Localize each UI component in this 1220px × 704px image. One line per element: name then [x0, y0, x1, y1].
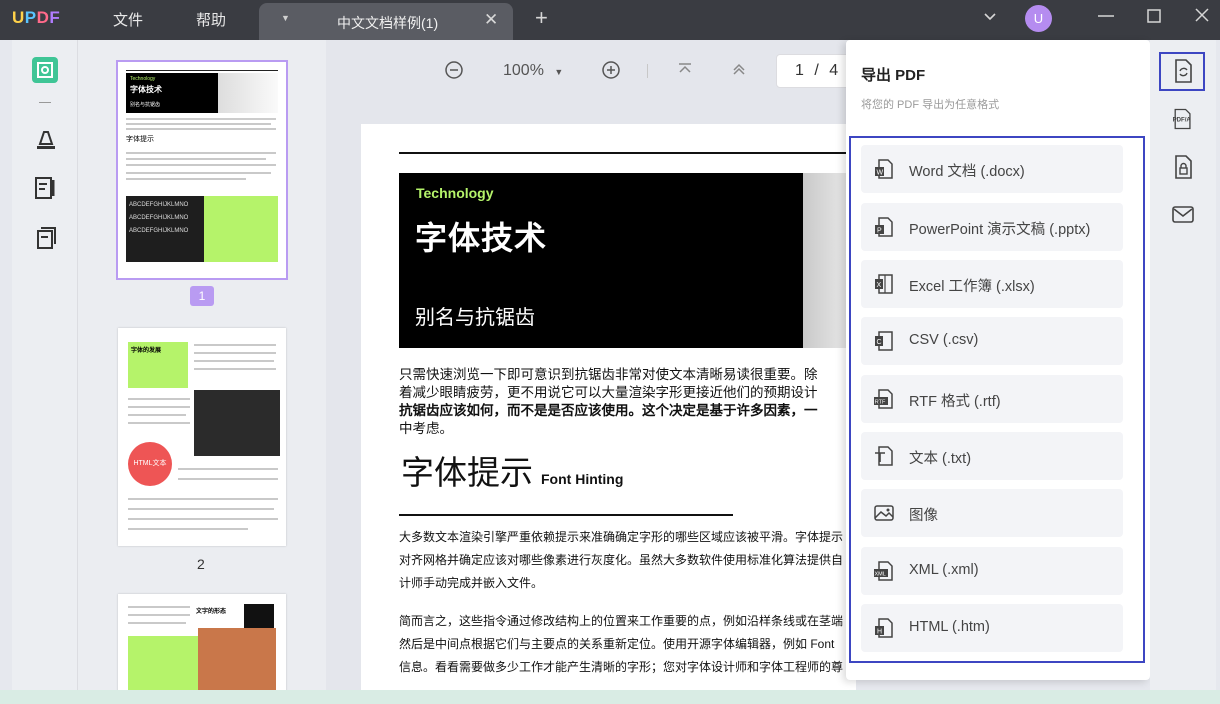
paragraph-1: 只需快速浏览一下即可意识到抗锯齿非常对使文本清晰易读很重要。除 着减少眼睛疲劳，… — [399, 367, 818, 436]
mail-icon[interactable] — [1170, 202, 1196, 228]
tab-dropdown-icon[interactable]: ▼ — [281, 13, 290, 23]
export-rtf-button[interactable]: RTF RTF 格式 (.rtf) — [861, 375, 1123, 423]
divider — [39, 102, 51, 103]
page-badge-selected: 1 — [190, 286, 214, 306]
zoom-in-icon[interactable] — [601, 60, 621, 85]
page-number-2: 2 — [197, 556, 205, 572]
document-tab[interactable]: ▼ 中文文档样例(1) ✕ — [259, 3, 513, 40]
keyboard-image: ABCDEFGHIJKLMNO ABCDEFGHIJKLMNO ABCDEFGHIJ… — [126, 196, 204, 262]
image-icon — [873, 502, 895, 524]
divider — [647, 64, 648, 78]
word-icon: W — [873, 158, 895, 180]
export-xml-button[interactable]: XML XML (.xml) — [861, 547, 1123, 595]
export-convert-icon[interactable] — [1170, 58, 1196, 84]
rtf-icon: RTF — [873, 388, 895, 410]
svg-text:XML: XML — [875, 572, 886, 578]
hero-title: 字体技术 — [415, 220, 548, 256]
tab-close-icon[interactable]: ✕ — [484, 10, 498, 30]
pdf-page: Technology 字体技术 别名与抗锯齿 只需快速浏览一下即可意识到抗锯齿非… — [361, 124, 856, 704]
xml-icon: XML — [873, 560, 895, 582]
excel-icon: X — [873, 273, 895, 295]
svg-text:P: P — [877, 228, 882, 235]
text-icon — [873, 445, 895, 467]
thumbnail-page-1[interactable]: Technology 字体技术 别名与抗锯齿 字体提示 ABCDEFGHIJKL… — [116, 60, 288, 280]
highlighter-icon[interactable] — [31, 124, 59, 152]
divider — [399, 152, 856, 154]
zoom-out-icon[interactable] — [444, 60, 464, 85]
first-page-icon[interactable] — [676, 60, 694, 83]
svg-text:PDF/A: PDF/A — [1173, 118, 1192, 124]
page-navigator[interactable]: 1 / 4 — [776, 54, 856, 88]
powerpoint-icon: P — [873, 216, 895, 238]
zoom-dropdown-icon[interactable]: ▼ — [554, 67, 563, 77]
divider — [399, 514, 733, 516]
thumbnail-panel: Technology 字体技术 别名与抗锯齿 字体提示 ABCDEFGHIJKL… — [78, 40, 326, 704]
hero-banner: Technology 字体技术 别名与抗锯齿 — [399, 173, 803, 348]
export-html-button[interactable]: H HTML (.htm) — [861, 604, 1123, 652]
thumbnail-page-2[interactable]: 字体的发展 HTML文本 — [118, 328, 286, 546]
title-bar: UPDF 文件 帮助 ▼ 中文文档样例(1) ✕ + U — [0, 0, 1220, 40]
export-word-button[interactable]: W Word 文档 (.docx) — [861, 145, 1123, 193]
section-heading: 字体提示 Font Hinting — [401, 454, 624, 491]
tab-title: 中文文档样例(1) — [337, 15, 439, 31]
export-excel-button[interactable]: X Excel 工作簿 (.xlsx) — [861, 260, 1123, 308]
bottom-strip — [0, 690, 1220, 704]
menu-file[interactable]: 文件 — [113, 9, 143, 30]
paragraph-2: 大多数文本渲染引擎严重依赖提示来准确确定字形的哪些区域应该被平滑。字体提示 对齐… — [399, 530, 844, 590]
hero-subtitle: 别名与抗锯齿 — [415, 307, 535, 329]
minimize-icon[interactable] — [1096, 4, 1116, 33]
svg-text:H: H — [877, 629, 882, 636]
export-text-button[interactable]: 文本 (.txt) — [861, 432, 1123, 480]
previous-page-icon[interactable] — [730, 60, 748, 83]
user-avatar[interactable]: U — [1025, 5, 1052, 32]
page-current-input[interactable]: 1 — [795, 62, 804, 79]
edit-text-icon[interactable] — [31, 174, 59, 202]
export-pdf-panel: 导出 PDF 将您的 PDF 导出为任意格式 W Word 文档 (.docx)… — [846, 40, 1150, 680]
zoom-level[interactable]: 100% ▼ — [503, 62, 563, 80]
html-icon: H — [873, 617, 895, 639]
export-panel-title: 导出 PDF — [861, 67, 926, 84]
organize-pages-icon[interactable] — [31, 224, 59, 252]
chevron-down-icon[interactable] — [982, 8, 998, 29]
new-tab-button[interactable]: + — [535, 5, 548, 31]
updf-logo[interactable]: UPDF — [12, 8, 60, 28]
maximize-icon[interactable] — [1146, 8, 1162, 29]
export-panel-subtitle: 将您的 PDF 导出为任意格式 — [861, 99, 1000, 111]
close-window-icon[interactable] — [1193, 6, 1211, 29]
export-powerpoint-button[interactable]: P PowerPoint 演示文稿 (.pptx) — [861, 203, 1123, 251]
thumbnail-page-3[interactable]: 文字的形态 — [118, 594, 286, 704]
protect-document-icon[interactable] — [1170, 154, 1196, 180]
app-window: UPDF 文件 帮助 ▼ 中文文档样例(1) ✕ + U Technology … — [0, 0, 1220, 704]
svg-text:RTF: RTF — [875, 400, 886, 406]
export-csv-button[interactable]: C CSV (.csv) — [861, 317, 1123, 365]
csv-icon: C — [873, 330, 895, 352]
export-image-button[interactable]: 图像 — [861, 489, 1123, 537]
pdfa-icon[interactable]: PDF/A — [1170, 106, 1200, 132]
svg-text:W: W — [877, 170, 884, 177]
menu-help[interactable]: 帮助 — [196, 9, 226, 30]
left-toolbar — [12, 40, 78, 704]
svg-text:C: C — [877, 339, 882, 346]
hero-category: Technology — [416, 185, 494, 201]
reader-icon[interactable] — [31, 56, 59, 84]
right-toolbar: PDF/A — [1150, 40, 1216, 704]
paragraph-3: 简而言之，这些指令通过修改结构上的位置来工作重要的点，例如沿样条线或在茎端 然后… — [399, 614, 844, 674]
document-viewer: 100% ▼ 1 / 4 Technology 字体技术 别名与抗锯齿 只需快速… — [326, 40, 856, 704]
svg-text:X: X — [877, 282, 882, 289]
